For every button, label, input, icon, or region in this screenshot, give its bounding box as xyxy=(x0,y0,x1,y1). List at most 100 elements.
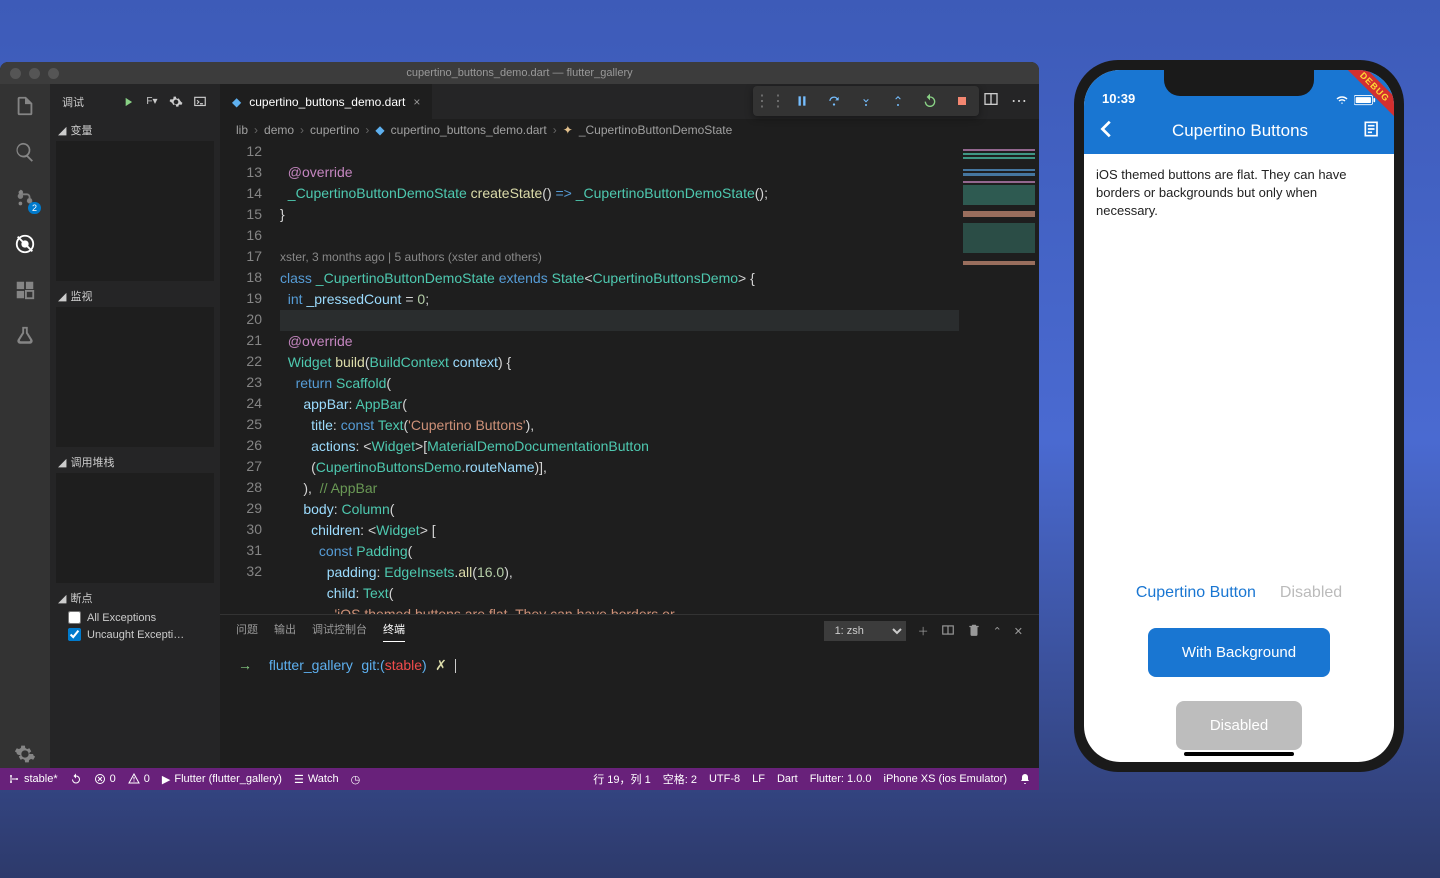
settings-gear-icon[interactable] xyxy=(11,740,39,768)
phone-status-icons xyxy=(1334,94,1376,106)
minimize-window-dot[interactable] xyxy=(29,68,40,79)
new-terminal-icon[interactable]: ＋ xyxy=(918,623,929,639)
activity-bar: 2 xyxy=(0,84,50,768)
test-icon[interactable] xyxy=(11,322,39,350)
section-variables[interactable]: ◢ 变量 xyxy=(50,119,220,141)
dart-file-icon: ◆ xyxy=(375,123,384,137)
flutter-version-status[interactable]: Flutter: 1.0.0 xyxy=(810,773,872,785)
breakpoint-all-exceptions[interactable]: All Exceptions xyxy=(50,609,220,626)
breakpoint-uncaught[interactable]: Uncaught Excepti… xyxy=(50,626,220,643)
encoding-status[interactable]: UTF-8 xyxy=(709,773,740,785)
debug-toolbar[interactable]: ⋮⋮ xyxy=(753,86,979,116)
indent-status[interactable]: 空格: 2 xyxy=(663,771,697,787)
scm-icon[interactable]: 2 xyxy=(11,184,39,212)
breakpoint-checkbox[interactable] xyxy=(68,611,81,624)
vscode-window: cupertino_buttons_demo.dart — flutter_ga… xyxy=(0,62,1039,790)
clock-status[interactable]: ◷ xyxy=(351,773,361,786)
drag-handle-icon[interactable]: ⋮⋮ xyxy=(761,92,779,110)
cupertino-button-bg[interactable]: With Background xyxy=(1148,628,1330,677)
watch-status[interactable]: ☰ Watch xyxy=(294,773,339,786)
vscode-body: 2 调试 F▾ ◢ 变量 ◢ 监视 ◢ 调用堆栈 ◢ 断点 All Except… xyxy=(0,84,1039,768)
breadcrumbs[interactable]: lib› demo› cupertino› ◆ cupertino_button… xyxy=(220,119,1039,141)
cupertino-button-bg-disabled: Disabled xyxy=(1176,701,1302,750)
more-actions-icon[interactable]: ⋯ xyxy=(1011,91,1027,112)
editor-actions: ⋯ xyxy=(983,91,1039,112)
home-indicator[interactable] xyxy=(1184,752,1294,756)
variables-pane xyxy=(56,141,214,281)
explorer-icon[interactable] xyxy=(11,92,39,120)
dart-file-icon: ◆ xyxy=(232,95,241,109)
close-window-dot[interactable] xyxy=(10,68,21,79)
debug-settings-icon[interactable] xyxy=(168,94,184,110)
device-status[interactable]: iPhone XS (ios Emulator) xyxy=(884,773,1008,785)
close-panel-icon[interactable]: ✕ xyxy=(1014,625,1023,638)
restart-icon[interactable] xyxy=(921,92,939,110)
line-gutter: 1213141516171819202122232425262728293031… xyxy=(220,141,280,614)
stop-icon[interactable] xyxy=(953,92,971,110)
window-controls xyxy=(10,68,59,79)
eol-status[interactable]: LF xyxy=(752,773,765,785)
section-callstack[interactable]: ◢ 调用堆栈 xyxy=(50,451,220,473)
terminal-body[interactable]: → flutter_gallery git:(stable) ✗ xyxy=(220,647,1039,768)
wifi-icon xyxy=(1334,94,1350,106)
breakpoint-checkbox[interactable] xyxy=(68,628,81,641)
cupertino-button[interactable]: Cupertino Button xyxy=(1136,582,1256,604)
step-into-icon[interactable] xyxy=(857,92,875,110)
sync-status[interactable] xyxy=(70,773,82,785)
battery-icon xyxy=(1354,95,1376,106)
phone-screen: DEBUG 10:39 Cupertino Buttons iOS themed… xyxy=(1084,70,1394,762)
step-out-icon[interactable] xyxy=(889,92,907,110)
pause-icon[interactable] xyxy=(793,92,811,110)
back-icon[interactable] xyxy=(1096,118,1118,145)
maximize-window-dot[interactable] xyxy=(48,68,59,79)
kill-terminal-icon[interactable] xyxy=(967,623,981,640)
terminal-cursor xyxy=(455,659,456,673)
editor-area: ◆ cupertino_buttons_demo.dart × ⋯ ⋮⋮ xyxy=(220,84,1039,768)
cursor-position-status[interactable]: 行 19，列 1 xyxy=(593,771,650,787)
docs-icon[interactable] xyxy=(1362,119,1382,144)
search-icon[interactable] xyxy=(11,138,39,166)
phone-notch xyxy=(1164,70,1314,96)
panel-tabs: 问题 输出 调试控制台 终端 1: zsh ＋ ⌃ ✕ xyxy=(220,615,1039,647)
start-debug-icon[interactable] xyxy=(120,94,136,110)
terminal-select[interactable]: 1: zsh xyxy=(824,621,906,641)
appbar-title: Cupertino Buttons xyxy=(1118,121,1362,141)
ios-simulator: DEBUG 10:39 Cupertino Buttons iOS themed… xyxy=(1074,60,1404,772)
panel: 问题 输出 调试控制台 终端 1: zsh ＋ ⌃ ✕ → flutter_ga… xyxy=(220,614,1039,768)
warnings-status[interactable]: 0 xyxy=(128,773,150,785)
debug-config-dropdown[interactable]: F▾ xyxy=(144,94,160,110)
tab-terminal[interactable]: 终端 xyxy=(383,621,405,642)
extensions-icon[interactable] xyxy=(11,276,39,304)
errors-status[interactable]: 0 xyxy=(94,773,116,785)
step-over-icon[interactable] xyxy=(825,92,843,110)
debug-title: 调试 xyxy=(62,94,112,110)
maximize-panel-icon[interactable]: ⌃ xyxy=(993,625,1002,638)
code-content[interactable]: @override _CupertinoButtonDemoState crea… xyxy=(280,141,959,614)
code-editor[interactable]: 1213141516171819202122232425262728293031… xyxy=(220,141,1039,614)
close-tab-icon[interactable]: × xyxy=(413,95,420,109)
phone-time: 10:39 xyxy=(1102,91,1135,106)
cupertino-button-disabled: Disabled xyxy=(1280,582,1342,604)
watch-pane xyxy=(56,307,214,447)
section-watch[interactable]: ◢ 监视 xyxy=(50,285,220,307)
tab-problems[interactable]: 问题 xyxy=(236,621,258,641)
flutter-run-status[interactable]: ▶ Flutter (flutter_gallery) xyxy=(162,773,282,786)
notification-bell-icon[interactable] xyxy=(1019,773,1031,785)
status-bar: stable* 0 0 ▶ Flutter (flutter_gallery) … xyxy=(0,768,1039,790)
section-breakpoints[interactable]: ◢ 断点 xyxy=(50,587,220,609)
language-status[interactable]: Dart xyxy=(777,773,798,785)
phone-appbar: Cupertino Buttons xyxy=(1084,108,1394,154)
minimap[interactable] xyxy=(959,141,1039,614)
callstack-pane xyxy=(56,473,214,583)
split-terminal-icon[interactable] xyxy=(941,623,955,640)
phone-content: iOS themed buttons are flat. They can ha… xyxy=(1084,154,1394,762)
tab-output[interactable]: 输出 xyxy=(274,621,296,641)
class-icon: ✦ xyxy=(563,123,573,137)
split-editor-icon[interactable] xyxy=(983,91,999,112)
git-branch-status[interactable]: stable* xyxy=(8,773,58,785)
scm-badge: 2 xyxy=(28,202,41,214)
debug-console-icon[interactable] xyxy=(192,94,208,110)
debug-icon[interactable] xyxy=(11,230,39,258)
editor-tab[interactable]: ◆ cupertino_buttons_demo.dart × xyxy=(220,84,433,119)
tab-debug-console[interactable]: 调试控制台 xyxy=(312,621,367,641)
